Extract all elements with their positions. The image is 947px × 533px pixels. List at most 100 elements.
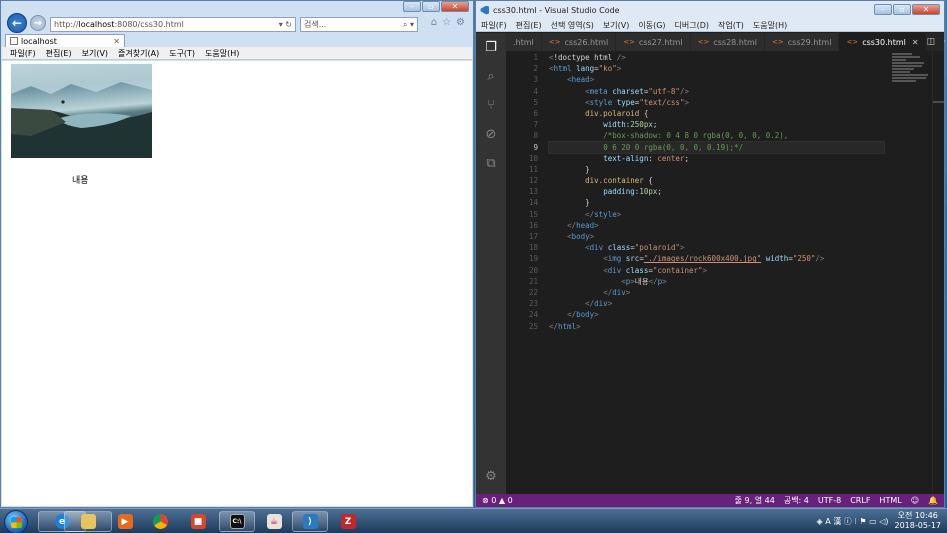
taskbar-filezilla[interactable]: Z [333,511,363,532]
vscode-menu-help[interactable]: 도움말(H) [753,20,787,31]
tab-css28[interactable]: <> css28.html [690,33,766,51]
extensions-icon[interactable]: ⧉ [483,155,499,171]
encoding[interactable]: UTF-8 [818,496,841,505]
code-line[interactable]: <img src="./images/rock600x400.jpg" widt… [549,253,884,264]
cursor-position[interactable]: 줄 9, 열 44 [735,495,775,506]
code-line[interactable]: <style type="text/css"> [549,97,884,108]
taskbar-vscode[interactable]: ⟩ [292,511,328,532]
code-line[interactable]: /*box-shadow: 0 4 8 0 rgba(0, 0, 0, 0.2)… [549,130,884,141]
minimap[interactable] [892,53,932,113]
vscode-maximize-button[interactable]: ▫ [893,4,911,15]
taskbar-media-player[interactable]: ▶ [112,511,138,532]
code-token: charset [612,86,644,96]
vscode-menu-debug[interactable]: 디버그(D) [675,20,709,31]
debug-icon[interactable]: ⊘ [483,126,499,142]
code-content[interactable]: <!doctype html /> <html lang="ko"> <head>… [548,52,885,332]
code-line[interactable]: <div class="container"> [549,265,884,276]
tab-close-icon[interactable]: ✕ [113,37,120,46]
taskbar-chrome[interactable] [145,511,175,532]
code-line[interactable]: </head> [549,220,884,231]
source-control-icon[interactable]: ⑂ [483,97,499,113]
vscode-close-button[interactable]: ✕ [912,4,940,15]
taskbar-explorer[interactable] [64,511,112,532]
split-editor-icon[interactable]: ◫ [927,37,936,47]
tab-html[interactable]: .html [506,33,542,51]
tab-css26[interactable]: <> css26.html [541,33,617,51]
vscode-menu-file[interactable]: 파일(F) [481,20,507,31]
code-line[interactable]: </style> [549,209,884,220]
taskbar-java[interactable]: ☕ [259,511,289,532]
ie-menu-tools[interactable]: 도구(T) [169,48,195,59]
ie-menu-favorites[interactable]: 즐겨찾기(A) [118,48,159,59]
tab-close-icon[interactable]: ✕ [912,38,919,47]
editor-scrollbar[interactable] [932,51,944,494]
code-line[interactable]: 0 6 20 0 rgba(0, 0, 0, 0.19);*/ [548,140,885,154]
code-line[interactable]: </body> [549,309,884,320]
code-line[interactable]: <head> [549,74,884,85]
taskbar-app[interactable]: ■ [183,511,213,532]
code-line[interactable]: div.container { [549,175,884,186]
back-button[interactable]: ← [7,13,27,33]
ie-tab-localhost[interactable]: localhost ✕ [5,34,125,47]
tray-icons[interactable]: ◈ A 漢 ⓘ ⁝ ⚑ ▭ ◁) [817,516,889,527]
ie-menu-help[interactable]: 도움말(H) [205,48,239,59]
favorites-star-icon[interactable]: ☆ [442,17,451,28]
code-token: ; [657,187,662,197]
indentation[interactable]: 공백: 4 [784,495,809,506]
code-line[interactable]: <meta charset="utf-8"/> [549,86,884,97]
tab-css27[interactable]: <> css27.html [616,33,691,51]
address-controls[interactable]: ▾ ↻ [279,20,295,29]
address-host: localhost [78,20,115,29]
start-button[interactable] [4,510,28,533]
code-line[interactable]: </div> [549,287,884,298]
ie-menu-edit[interactable]: 편집(E) [46,48,72,59]
line-ending[interactable]: CRLF [850,496,870,505]
home-icon[interactable]: ⌂ [431,17,437,28]
code-line[interactable]: padding:10px; [549,186,884,197]
clock[interactable]: 오전 10:46 2018-05-17 [895,511,942,531]
language-mode[interactable]: HTML [879,496,901,505]
code-line[interactable]: <html lang="ko"> [549,63,884,74]
code-line[interactable]: </html> [549,321,884,332]
settings-gear-icon[interactable]: ⚙ [483,468,499,484]
more-actions-icon[interactable]: ⋯ [943,37,947,47]
vscode-menu-go[interactable]: 이동(G) [638,20,665,31]
code-line[interactable]: } [549,164,884,175]
code-line[interactable]: <body> [549,231,884,242]
code-line[interactable]: <!doctype html /> [549,52,884,63]
notifications-bell-icon[interactable]: 🔔 [928,496,938,505]
code-line[interactable]: } [549,197,884,208]
search-icon[interactable]: ⌕ ▾ [403,20,417,30]
search-icon[interactable]: ⌕ [483,68,499,84]
problems-indicator[interactable]: ⊗ 0 ▲ 0 [482,496,513,505]
forward-button[interactable]: → [30,15,46,31]
tab-css30[interactable]: <> css30.html ✕ [839,33,927,51]
code-editor[interactable]: 1 2 3 4 5 6 7 8 9 10 11 12 13 14 15 16 17 18 19 20 21 22 23 24 2… [506,51,944,494]
tools-gear-icon[interactable]: ⚙ [456,17,465,28]
code-token: /> [679,86,689,96]
ie-menu-file[interactable]: 파일(F) [10,48,36,59]
code-line[interactable]: text-align: center; [549,153,884,164]
address-bar[interactable]: http://localhost:8080/css30.html ▾ ↻ [50,17,296,32]
code-line[interactable]: div.polaroid { [549,108,884,119]
code-line[interactable]: <p>내용</p> [549,276,884,287]
search-input[interactable]: 검색... ⌕ ▾ [300,17,418,32]
tab-css29[interactable]: <> css29.html [765,33,840,51]
vscode-menu-tasks[interactable]: 작업(T) [718,20,744,31]
media-player-icon: ▶ [117,514,133,529]
code-line[interactable]: <div class="polaroid"> [549,242,884,253]
code-line[interactable]: </div> [549,298,884,309]
vscode-menu-view[interactable]: 보기(V) [603,20,629,31]
taskbar-cmd[interactable]: C:\ [219,511,255,532]
code-token: /> [815,254,825,264]
explorer-files-icon[interactable]: ❐ [483,39,499,55]
vscode-menu-selection[interactable]: 선택 영역(S) [551,20,594,31]
ie-menu-view[interactable]: 보기(V) [82,48,108,59]
feedback-smiley-icon[interactable]: ☺ [911,496,919,505]
code-line[interactable]: width:250px; [549,119,884,130]
vscode-menu-edit[interactable]: 편집(E) [516,20,542,31]
vscode-minimize-button[interactable]: – [874,4,892,15]
